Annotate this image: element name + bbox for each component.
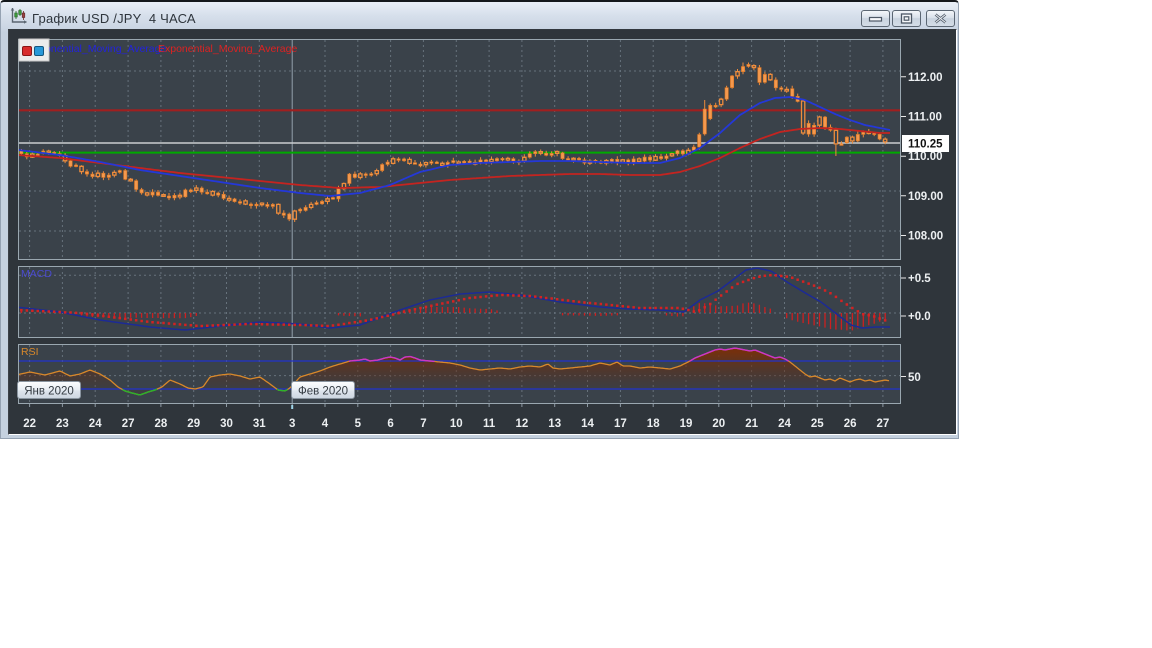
svg-text:17: 17 [614, 418, 627, 430]
svg-text:Фев 2020: Фев 2020 [298, 386, 348, 398]
svg-text:110.25: 110.25 [908, 139, 943, 151]
svg-text:27: 27 [122, 418, 135, 430]
svg-text:111.00: 111.00 [908, 112, 942, 124]
svg-text:110.00: 110.00 [908, 151, 943, 163]
svg-text:19: 19 [680, 418, 693, 430]
svg-text:10: 10 [450, 418, 463, 430]
svg-text:31: 31 [253, 418, 266, 430]
svg-text:13: 13 [548, 418, 561, 430]
svg-text:23: 23 [56, 418, 69, 430]
svg-text:+0.5: +0.5 [908, 273, 931, 285]
svg-text:109.00: 109.00 [908, 191, 943, 203]
svg-text:25: 25 [811, 418, 824, 430]
svg-text:26: 26 [844, 418, 857, 430]
svg-text:28: 28 [155, 418, 168, 430]
svg-text:108.00: 108.00 [908, 231, 943, 243]
svg-text:24: 24 [778, 418, 791, 430]
svg-text:6: 6 [387, 418, 393, 430]
svg-text:7: 7 [420, 418, 426, 430]
svg-text:21: 21 [745, 418, 758, 430]
svg-text:22: 22 [23, 418, 36, 430]
svg-text:24: 24 [89, 418, 102, 430]
svg-text:Янв 2020: Янв 2020 [24, 386, 74, 398]
svg-text:27: 27 [877, 418, 890, 430]
svg-text:50: 50 [908, 372, 921, 384]
svg-text:30: 30 [220, 418, 233, 430]
svg-text:18: 18 [647, 418, 660, 430]
svg-text:3: 3 [289, 418, 295, 430]
svg-text:Exponential_Moving_Average: Exponential_Moving_Average [158, 43, 297, 55]
svg-text:5: 5 [355, 418, 362, 430]
svg-text:14: 14 [581, 418, 594, 430]
svg-text:112.00: 112.00 [908, 72, 943, 84]
svg-text:+0.0: +0.0 [908, 311, 931, 323]
svg-text:11: 11 [483, 418, 496, 430]
svg-text:4: 4 [322, 418, 329, 430]
svg-text:20: 20 [712, 418, 725, 430]
svg-text:MACD: MACD [21, 268, 52, 280]
svg-text:29: 29 [187, 418, 200, 430]
svg-text:12: 12 [516, 418, 529, 430]
svg-text:RSI: RSI [21, 346, 39, 358]
